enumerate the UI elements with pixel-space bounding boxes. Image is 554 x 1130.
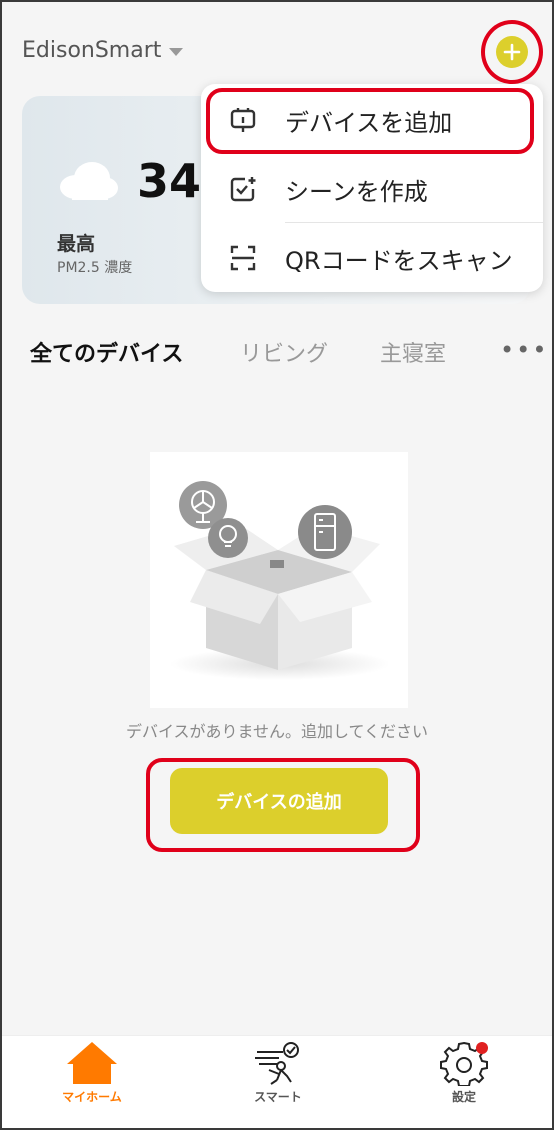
nav-label: 設定 — [451, 1090, 476, 1104]
menu-divider — [285, 222, 543, 223]
temperature: 34° — [137, 154, 199, 208]
nav-item-settings[interactable]: 設定 — [404, 1036, 524, 1129]
pm25-label: PM2.5 濃度 — [57, 260, 133, 276]
menu-item-label: シーンを作成 — [285, 177, 428, 206]
empty-box-illustration — [150, 452, 408, 708]
caret-down-icon — [169, 48, 184, 56]
scene-create-icon — [230, 177, 256, 202]
cloud-icon — [60, 162, 118, 200]
bottom-nav: マイホーム スマート 設定 — [2, 1035, 552, 1128]
tab-master-bedroom[interactable]: 主寝室 — [380, 336, 446, 368]
home-selector[interactable]: EdisonSmart — [22, 38, 184, 63]
tab-all-devices[interactable]: 全てのデバイス — [30, 336, 183, 368]
settings-icon — [440, 1041, 488, 1086]
room-tabs: 全てのデバイス リビング 主寝室 ••• — [30, 336, 546, 368]
highlight-add-device-button — [146, 758, 420, 852]
nav-label: マイホーム — [62, 1090, 122, 1104]
max-temp-label: 最高 — [57, 233, 96, 255]
nav-item-my-home[interactable]: マイホーム — [32, 1036, 152, 1129]
nav-item-smart[interactable]: スマート — [218, 1036, 338, 1129]
tab-living[interactable]: リビング — [240, 336, 328, 368]
highlight-add-button — [481, 20, 543, 84]
more-tabs-button[interactable]: ••• — [500, 336, 548, 364]
empty-message: デバイスがありません。追加してください — [125, 722, 429, 741]
home-icon — [67, 1042, 117, 1084]
smart-icon — [255, 1042, 299, 1085]
menu-item-scan-qr[interactable]: QRコードをスキャン — [201, 224, 543, 292]
highlight-add-device — [206, 88, 534, 154]
home-name: EdisonSmart — [22, 38, 162, 63]
menu-item-label: QRコードをスキャン — [285, 246, 513, 275]
nav-label: スマート — [254, 1090, 302, 1104]
scan-icon — [230, 245, 256, 271]
box-icon — [170, 481, 390, 680]
menu-item-create-scene[interactable]: シーンを作成 — [201, 155, 543, 223]
notification-badge — [476, 1042, 488, 1054]
